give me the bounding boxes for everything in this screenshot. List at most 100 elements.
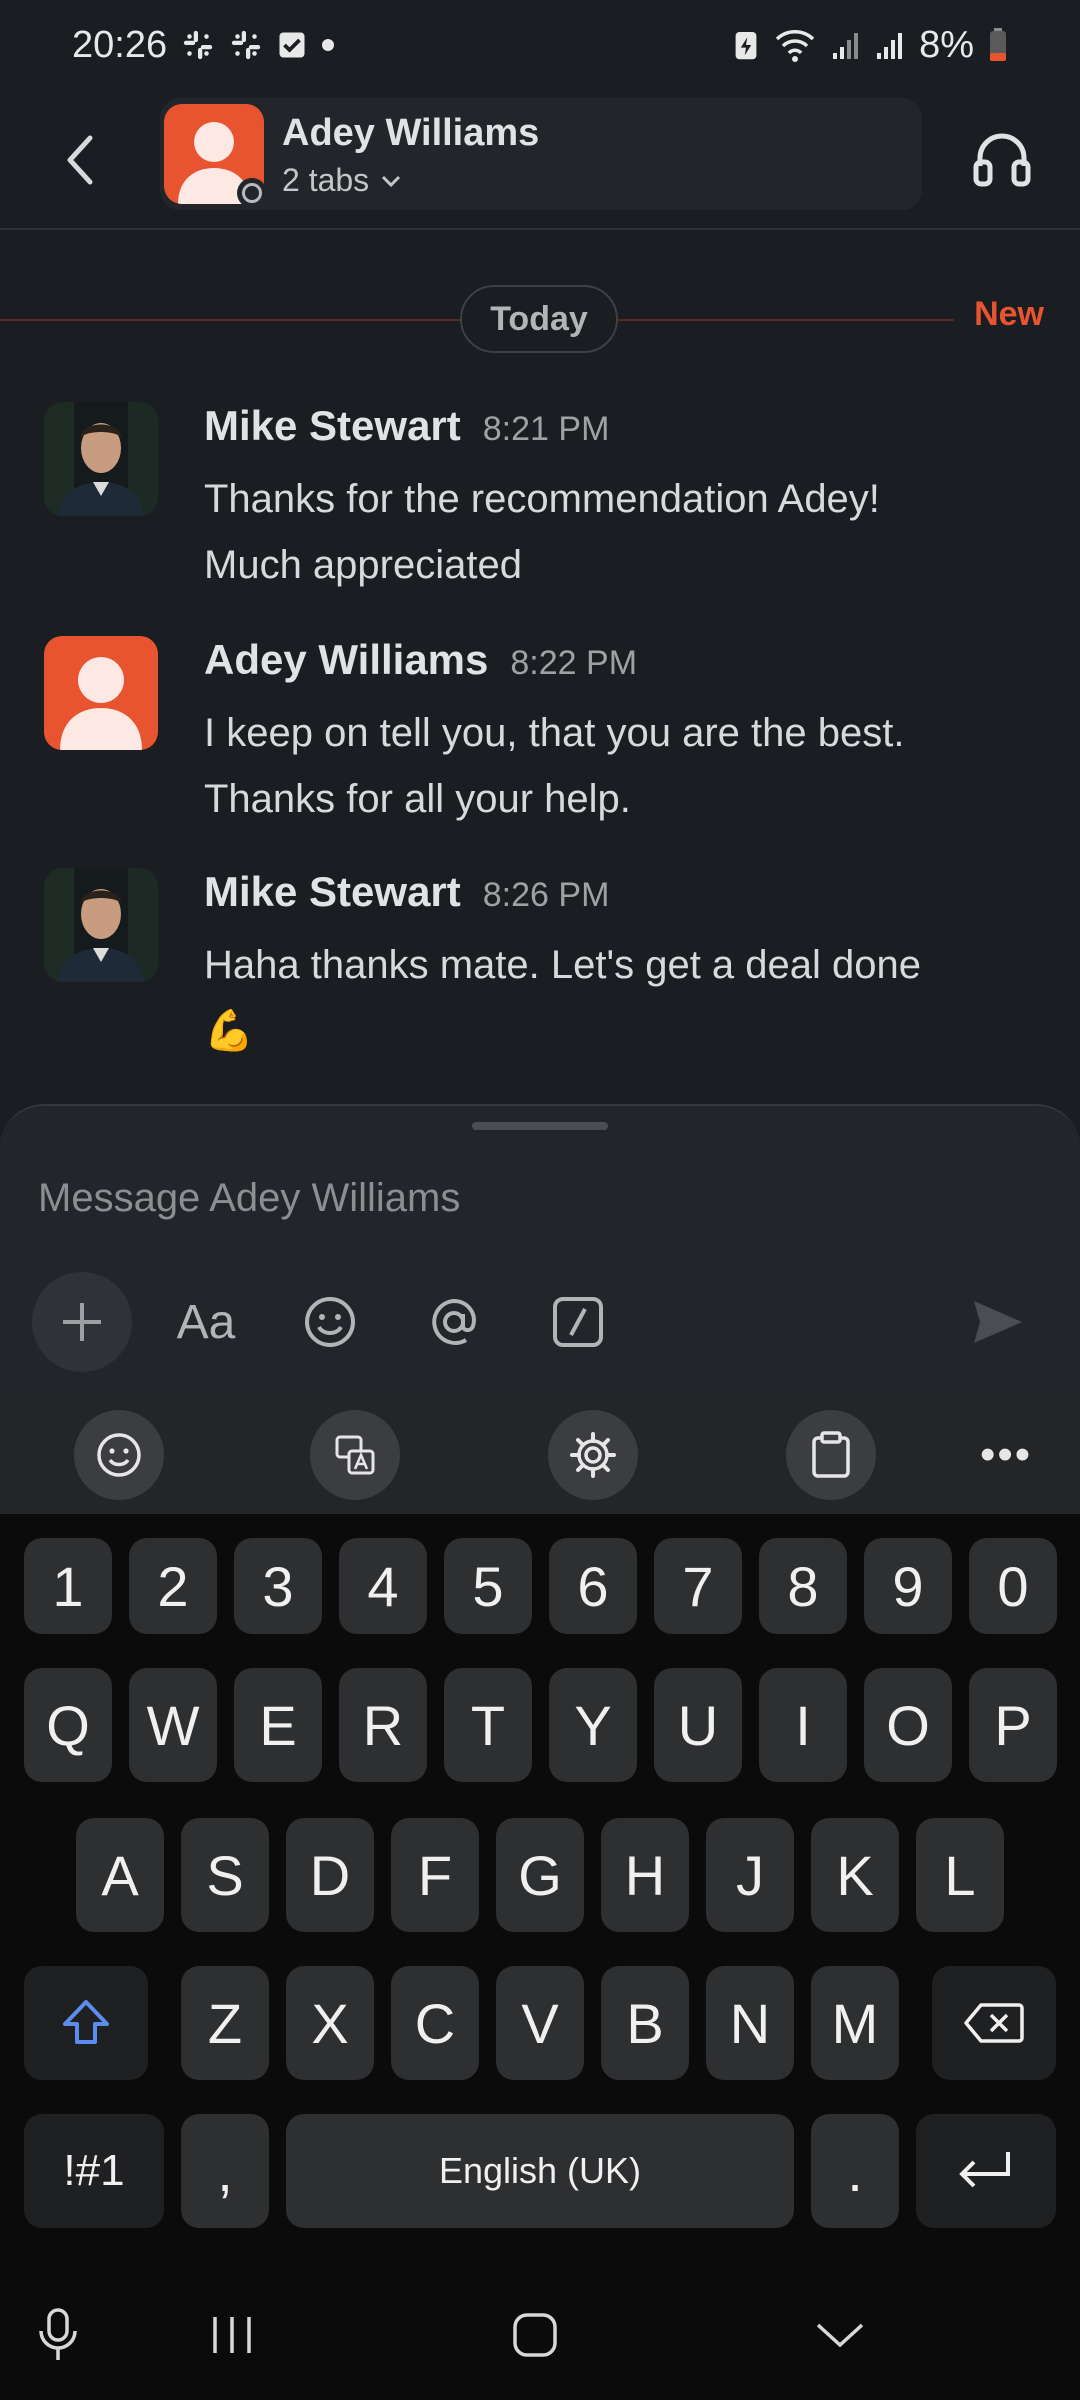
- slack-notification-icon: [181, 28, 215, 62]
- message-author[interactable]: Mike Stewart: [204, 868, 461, 916]
- key-e[interactable]: E: [234, 1668, 322, 1782]
- smiley-icon: [305, 1297, 355, 1347]
- slash-command-icon: [553, 1297, 603, 1347]
- home-button[interactable]: [495, 2300, 575, 2370]
- voice-input-button[interactable]: [18, 2300, 98, 2370]
- key-z[interactable]: Z: [181, 1966, 269, 2080]
- day-label[interactable]: Today: [460, 285, 618, 353]
- keyboard: 1 2 3 4 5 6 7 8 9 0 Q W E R T Y U I O P …: [0, 1514, 1080, 2270]
- send-button[interactable]: [948, 1272, 1048, 1372]
- slash-command-button[interactable]: [528, 1272, 628, 1372]
- key-9[interactable]: 9: [864, 1538, 952, 1634]
- key-p[interactable]: P: [969, 1668, 1057, 1782]
- keyboard-translate-button[interactable]: [310, 1410, 400, 1500]
- composer-drag-handle[interactable]: [472, 1122, 608, 1130]
- key-l[interactable]: L: [916, 1818, 1004, 1932]
- key-u[interactable]: U: [654, 1668, 742, 1782]
- key-y[interactable]: Y: [549, 1668, 637, 1782]
- key-i[interactable]: I: [759, 1668, 847, 1782]
- key-a[interactable]: A: [76, 1818, 164, 1932]
- battery-saver-icon: [733, 28, 759, 62]
- battery-icon: [988, 27, 1008, 63]
- message-item[interactable]: Mike Stewart 8:21 PM Thanks for the reco…: [0, 402, 1080, 602]
- keyboard-clipboard-button[interactable]: [786, 1410, 876, 1500]
- key-c[interactable]: C: [391, 1966, 479, 2080]
- message-item[interactable]: Mike Stewart 8:26 PM Haha thanks mate. L…: [0, 868, 1080, 1068]
- new-messages-label: New: [954, 295, 1080, 334]
- space-bar[interactable]: English (UK): [286, 2114, 794, 2228]
- key-f[interactable]: F: [391, 1818, 479, 1932]
- keyboard-settings-button[interactable]: [548, 1410, 638, 1500]
- add-attachment-button[interactable]: [32, 1272, 132, 1372]
- key-h[interactable]: H: [601, 1818, 689, 1932]
- contact-chip[interactable]: Adey Williams 2 tabs: [160, 98, 922, 210]
- key-t[interactable]: T: [444, 1668, 532, 1782]
- key-n[interactable]: N: [706, 1966, 794, 2080]
- key-k[interactable]: K: [811, 1818, 899, 1932]
- key-m[interactable]: M: [811, 1966, 899, 2080]
- key-w[interactable]: W: [129, 1668, 217, 1782]
- emoji-button[interactable]: [280, 1272, 380, 1372]
- backspace-key[interactable]: [932, 1966, 1056, 2080]
- message-input[interactable]: Message Adey Williams: [38, 1176, 460, 1221]
- enter-key[interactable]: [916, 2114, 1056, 2228]
- key-g[interactable]: G: [496, 1818, 584, 1932]
- tabs-label: 2 tabs: [282, 162, 370, 198]
- message-author[interactable]: Adey Williams: [204, 636, 488, 684]
- back-button[interactable]: [50, 120, 110, 200]
- key-6[interactable]: 6: [549, 1538, 637, 1634]
- format-text-button[interactable]: Aa: [156, 1272, 256, 1372]
- message-author[interactable]: Mike Stewart: [204, 402, 461, 450]
- avatar[interactable]: [44, 402, 158, 516]
- tabs-selector[interactable]: 2 tabs: [282, 162, 403, 199]
- smiley-icon: [97, 1433, 141, 1477]
- key-8[interactable]: 8: [759, 1538, 847, 1634]
- key-q[interactable]: Q: [24, 1668, 112, 1782]
- slack-notification-icon: [229, 28, 263, 62]
- key-r[interactable]: R: [339, 1668, 427, 1782]
- send-icon: [974, 1301, 1022, 1343]
- translate-icon: [335, 1435, 375, 1475]
- key-4[interactable]: 4: [339, 1538, 427, 1634]
- key-d[interactable]: D: [286, 1818, 374, 1932]
- key-2[interactable]: 2: [129, 1538, 217, 1634]
- message-item[interactable]: Adey Williams 8:22 PM I keep on tell you…: [0, 636, 1080, 836]
- avatar[interactable]: [44, 868, 158, 982]
- shift-key[interactable]: [24, 1966, 148, 2080]
- huddle-button[interactable]: [970, 126, 1034, 190]
- hide-keyboard-button[interactable]: [800, 2300, 880, 2370]
- day-divider: Today New: [0, 285, 1080, 355]
- key-j[interactable]: J: [706, 1818, 794, 1932]
- key-b[interactable]: B: [601, 1966, 689, 2080]
- key-s[interactable]: S: [181, 1818, 269, 1932]
- chevron-down-icon: [816, 2323, 864, 2348]
- recent-apps-icon: [213, 2317, 251, 2353]
- key-o[interactable]: O: [864, 1668, 952, 1782]
- key-3[interactable]: 3: [234, 1538, 322, 1634]
- keyboard-more-button[interactable]: •••: [980, 1430, 1032, 1480]
- period-key[interactable]: .: [811, 2114, 899, 2228]
- message-text: Thanks for the recommendation Adey! Much…: [204, 466, 1024, 598]
- message-line: 💪: [204, 1009, 254, 1053]
- key-v[interactable]: V: [496, 1966, 584, 2080]
- key-7[interactable]: 7: [654, 1538, 742, 1634]
- conversation-header: Adey Williams 2 tabs: [0, 90, 1080, 230]
- keyboard-emoji-button[interactable]: [74, 1410, 164, 1500]
- key-1[interactable]: 1: [24, 1538, 112, 1634]
- key-5[interactable]: 5: [444, 1538, 532, 1634]
- comma-key[interactable]: ,: [181, 2114, 269, 2228]
- microphone-icon: [39, 2308, 77, 2360]
- avatar[interactable]: [44, 636, 158, 750]
- wifi-icon: [773, 27, 817, 63]
- system-navigation-bar: [0, 2270, 1080, 2400]
- plus-icon: [63, 1303, 101, 1341]
- mention-button[interactable]: [404, 1272, 504, 1372]
- symbols-key[interactable]: !#1: [24, 2114, 164, 2228]
- message-line: I keep on tell you, that you are the bes…: [204, 711, 905, 755]
- recent-apps-button[interactable]: [192, 2300, 272, 2370]
- composer-toolbar: Aa: [0, 1272, 1080, 1372]
- key-0[interactable]: 0: [969, 1538, 1057, 1634]
- status-bar: 20:26 8%: [0, 0, 1080, 90]
- contact-name: Adey Williams: [282, 112, 540, 154]
- key-x[interactable]: X: [286, 1966, 374, 2080]
